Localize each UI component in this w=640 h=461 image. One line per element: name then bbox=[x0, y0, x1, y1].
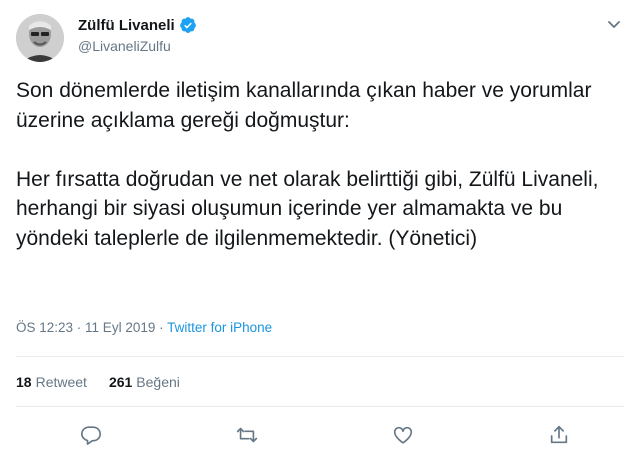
author-name-line: Zülfü Livaneli bbox=[78, 16, 197, 34]
retweet-count: 18 bbox=[16, 374, 32, 390]
retweet-icon[interactable] bbox=[236, 424, 258, 446]
retweet-label: Retweet bbox=[35, 374, 87, 390]
meta-separator: · bbox=[73, 320, 86, 335]
divider bbox=[16, 356, 624, 357]
tweet-paragraph-2: Her fırsatta doğrudan ve net olarak beli… bbox=[16, 167, 599, 250]
share-icon[interactable] bbox=[548, 424, 570, 446]
verified-badge-icon bbox=[179, 16, 197, 34]
tweet-header: Zülfü Livaneli @LivaneliZulfu bbox=[16, 12, 624, 62]
like-label: Beğeni bbox=[136, 374, 180, 390]
chevron-down-icon[interactable] bbox=[604, 14, 624, 34]
like-count: 261 bbox=[108, 374, 133, 390]
author-name[interactable]: Zülfü Livaneli bbox=[78, 17, 175, 34]
reply-icon[interactable] bbox=[80, 424, 102, 446]
avatar[interactable] bbox=[16, 14, 64, 62]
tweet-time[interactable]: ÖS 12:23 bbox=[16, 320, 73, 335]
tweet-text: Son dönemlerde iletişim kanallarında çık… bbox=[16, 76, 606, 253]
meta-separator: · bbox=[155, 320, 168, 335]
divider bbox=[16, 406, 624, 407]
tweet-stats: 18 Retweet 261 Beğeni bbox=[16, 374, 180, 390]
like-stat[interactable]: 261 Beğeni bbox=[109, 374, 180, 390]
tweet-date[interactable]: 11 Eyl 2019 bbox=[85, 320, 155, 335]
author-handle[interactable]: @LivaneliZulfu bbox=[78, 38, 171, 54]
tweet-paragraph-1: Son dönemlerde iletişim kanallarında çık… bbox=[16, 79, 592, 132]
tweet-actions bbox=[80, 424, 570, 446]
avatar-image bbox=[16, 14, 64, 62]
retweet-stat[interactable]: 18 Retweet bbox=[16, 374, 87, 390]
tweet-meta: ÖS 12:23 · 11 Eyl 2019 · Twitter for iPh… bbox=[16, 320, 272, 335]
tweet-source-link[interactable]: Twitter for iPhone bbox=[167, 320, 272, 335]
like-icon[interactable] bbox=[392, 424, 414, 446]
